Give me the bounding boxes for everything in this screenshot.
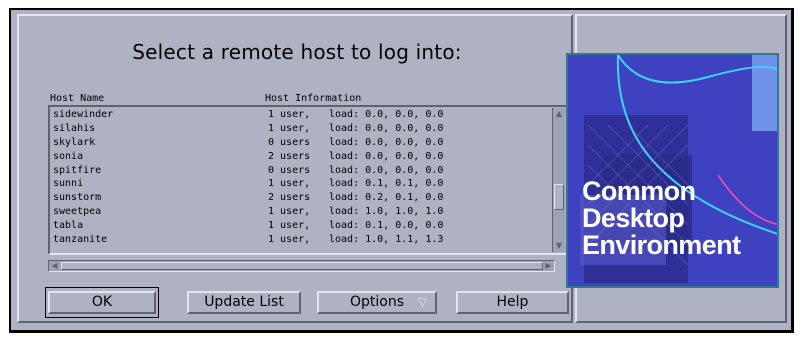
scroll-down-icon[interactable]: ▼ [553, 240, 565, 252]
update-list-button[interactable]: Update List [187, 291, 301, 314]
ok-button[interactable]: OK [48, 291, 156, 314]
host-row[interactable]: silahis 1 user, load: 0.0, 0.0, 0.0 [51, 122, 549, 136]
host-chooser-panel: Select a remote host to log into: Host N… [17, 14, 573, 323]
help-button[interactable]: Help [456, 291, 569, 314]
host-row[interactable]: skylark 0 users load: 0.0, 0.0, 0.0 [51, 136, 549, 150]
options-label: Options [349, 294, 405, 310]
scroll-left-icon[interactable]: ◀ [49, 260, 60, 271]
column-header-host-name: Host Name [50, 93, 105, 104]
host-row[interactable]: tabla 1 user, load: 0.1, 0.0, 0.0 [51, 219, 549, 233]
dialog-title: Select a remote host to log into: [132, 40, 462, 64]
column-header-host-info: Host Information [265, 93, 362, 104]
host-row[interactable]: tanzanite 1 user, load: 1.0, 1.1, 1.3 [51, 233, 549, 247]
cde-logo: Common Desktop Environment [566, 53, 779, 288]
logo-text: Common Desktop Environment [582, 176, 741, 260]
horizontal-scroll-thumb[interactable] [61, 262, 543, 270]
triangle-down-icon: ▽ [417, 295, 427, 309]
host-row[interactable]: sidewinder 1 user, load: 0.0, 0.0, 0.0 [51, 108, 549, 122]
vertical-scroll-thumb[interactable] [554, 184, 564, 210]
scroll-right-icon[interactable]: ▶ [543, 260, 554, 271]
host-row[interactable]: sunstorm 2 users load: 0.2, 0.1, 0.0 [51, 191, 549, 205]
host-list-rows: sidewinder 1 user, load: 0.0, 0.0, 0.0 sil… [51, 108, 549, 252]
logo-line-3: Environment [582, 230, 741, 260]
options-menu-button[interactable]: Options ▽ [317, 291, 437, 314]
host-row[interactable]: spitfire 0 users load: 0.0, 0.0, 0.0 [51, 164, 549, 178]
host-row[interactable]: sweetpea 1 user, load: 1.0, 1.0, 1.0 [51, 205, 549, 219]
host-row[interactable]: sunni 1 user, load: 0.1, 0.1, 0.0 [51, 177, 549, 191]
scroll-up-icon[interactable]: ▲ [553, 108, 565, 120]
logo-line-2: Desktop [582, 203, 685, 233]
host-row[interactable]: sonia 2 users load: 0.0, 0.0, 0.0 [51, 150, 549, 164]
logo-line-1: Common [582, 176, 696, 206]
horizontal-scrollbar[interactable]: ◀ ▶ [48, 260, 555, 272]
vertical-scrollbar[interactable]: ▲ ▼ [552, 108, 565, 252]
host-list[interactable]: sidewinder 1 user, load: 0.0, 0.0, 0.0 sil… [48, 105, 568, 255]
